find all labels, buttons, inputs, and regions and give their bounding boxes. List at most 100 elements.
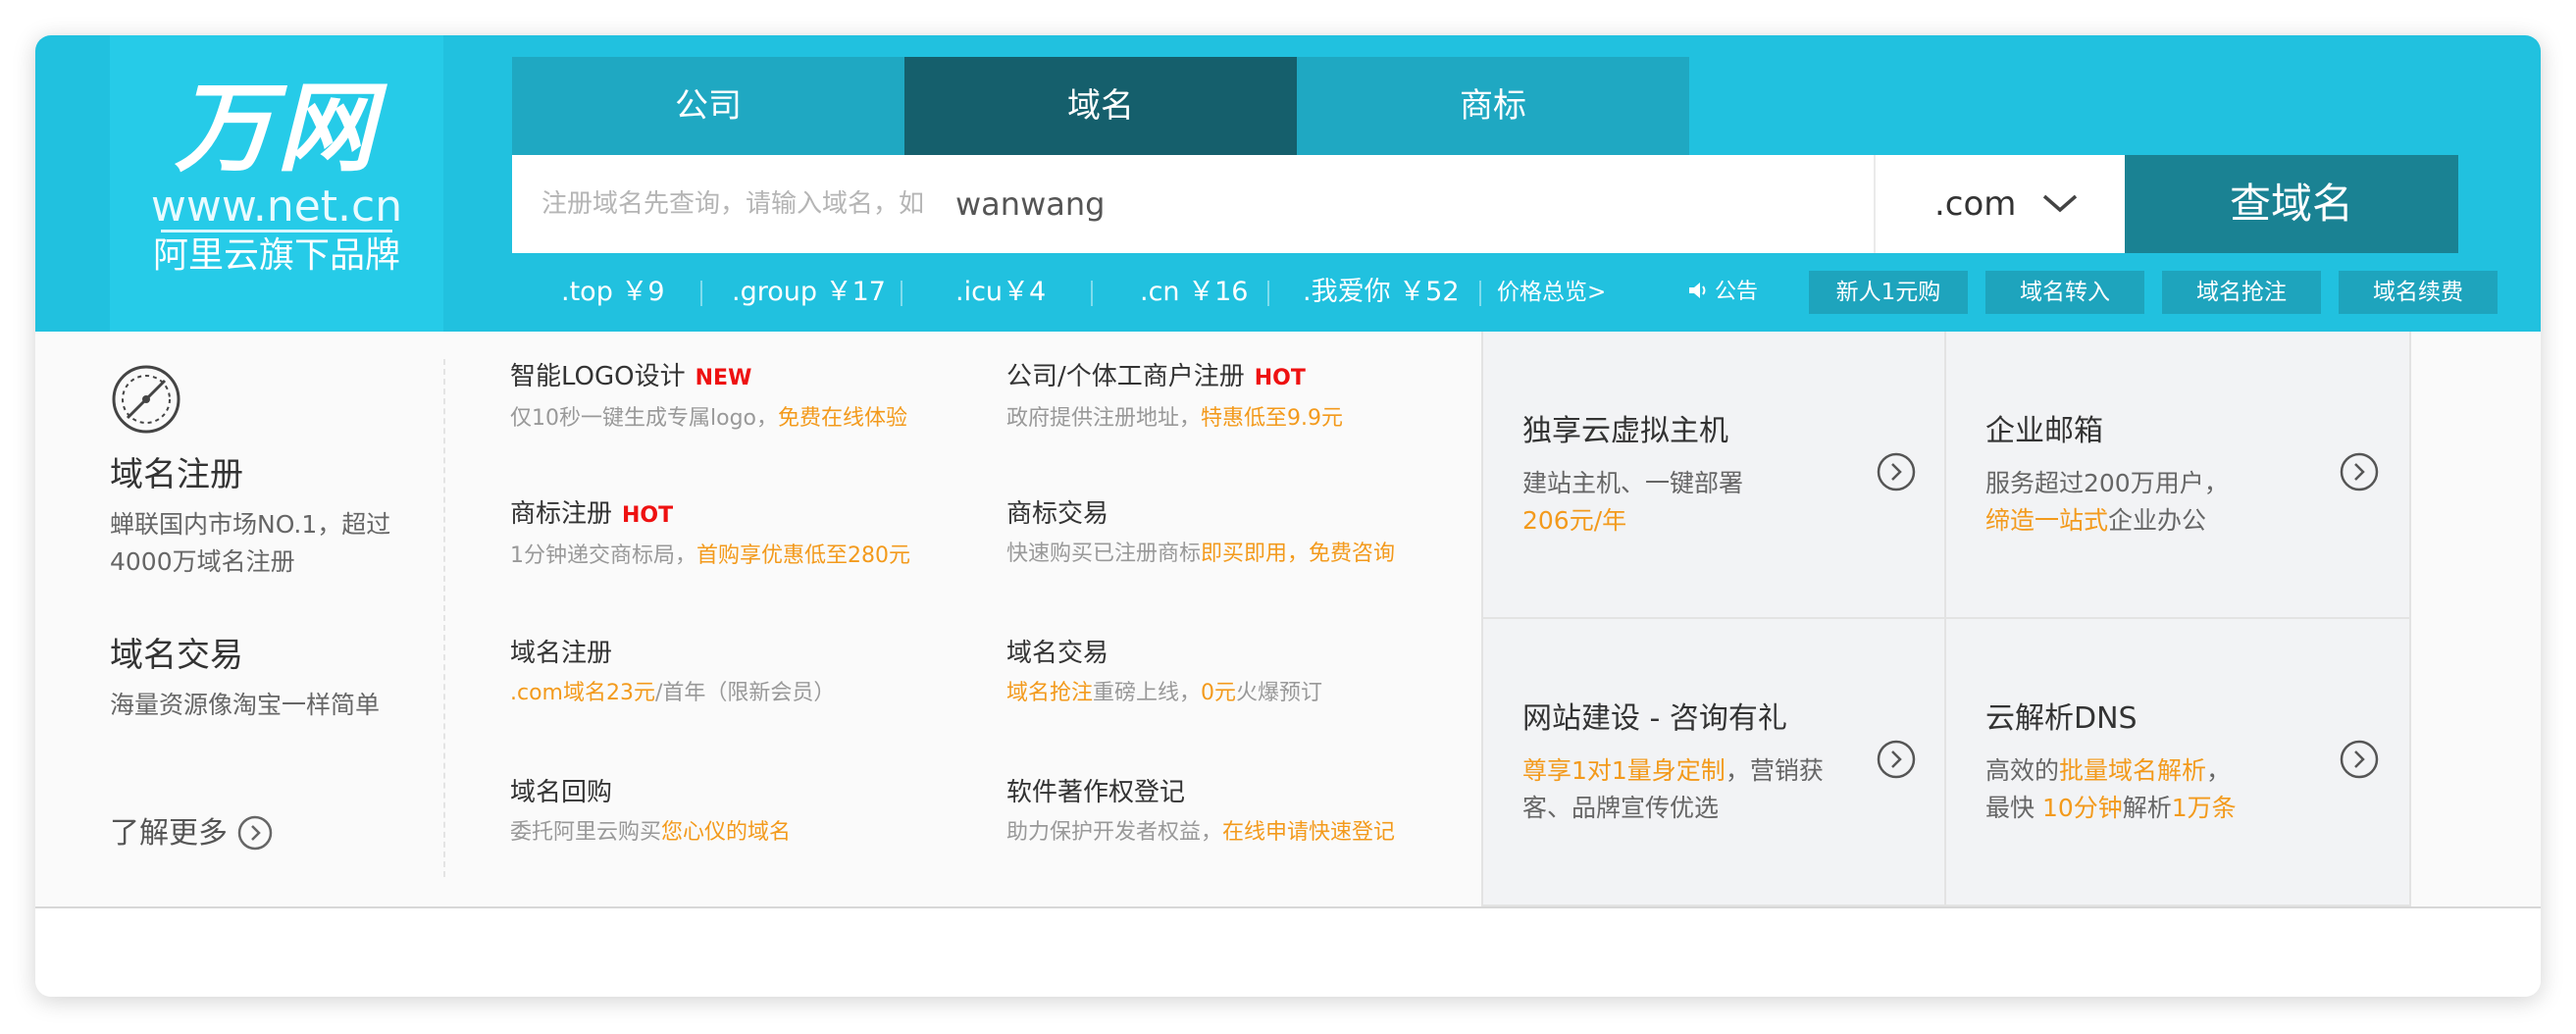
price-divider [1091,281,1093,306]
promo-desc-highlight: 10分钟 [2041,794,2123,822]
logo-url: www.net.cn [150,181,403,232]
tab-domain[interactable]: 域名 [904,57,1297,155]
arrow-right-circle-icon[interactable] [2339,739,2380,780]
price-divider [901,281,902,306]
service-title: 公司/个体工商户注册 [1006,362,1245,391]
service-desc-highlight: 域名抢注 [1006,681,1094,705]
service-domain-buyback[interactable]: 域名回购 委托阿里云购买您心仪的域名 [510,775,981,850]
promo-desc-text: 企业办公 [2108,506,2207,535]
chevron-down-icon [2042,194,2078,213]
domain-trade-title: 域名交易 [110,636,243,675]
promo-enterprise-mail[interactable]: 企业邮箱 服务超过200万用户， 缔造一站式企业办公 [1946,332,2411,619]
tld-value: .com [1934,184,2017,224]
arrow-right-circle-icon[interactable] [1876,451,1917,492]
domain-card: 万网 www.net.cn 阿里云旗下品牌 公司 域名 商标 注册域名先查询，请… [35,35,2541,997]
service-title: 域名交易 [1006,639,1109,668]
hot-badge: HOT [1254,366,1306,390]
notice-link[interactable]: 公告 [1687,271,1758,314]
service-desc: /首年（限新会员） [654,681,836,705]
service-desc-highlight: 首购享优惠低至280元 [696,543,910,568]
promo-desc-text: 建站主机、一键部署 [1522,469,1744,497]
tab-trademark[interactable]: 商标 [1297,57,1689,155]
price-overview-link[interactable]: 价格总览> [1497,271,1606,314]
service-desc: 助力保护开发者权益， [1006,820,1223,845]
promo-desc-text: 最快 [1985,794,2042,822]
promo-title: 云解析DNS [1985,701,2138,736]
service-title: 域名注册 [510,639,613,668]
logo-brand: 万网 [175,71,379,185]
service-desc: 委托阿里云购买 [510,820,662,845]
promo-desc: 高效的批量域名解析， 最快 10分钟解析1万条 [1985,752,2319,827]
logo-subtitle: 阿里云旗下品牌 [152,235,400,276]
price-divider [1479,281,1481,306]
service-trademark-trade[interactable]: 商标交易 快速购买已注册商标即买即用，免费咨询 [1006,496,1477,571]
domain-trade-desc: 海量资源像淘宝一样简单 [110,691,381,719]
domain-search-input[interactable] [512,155,1874,253]
service-logo-design[interactable]: 智能LOGO设计 NEW 仅10秒一键生成专属logo，免费在线体验 [510,359,981,436]
promo-desc-text: 服务超过200万用户， [1985,469,2229,497]
price-cn[interactable]: .cn ￥16 [1140,271,1248,314]
service-company-register[interactable]: 公司/个体工商户注册 HOT 政府提供注册地址，特惠低至9.9元 [1006,359,1477,436]
tld-select[interactable]: .com [1874,155,2125,253]
promo-desc-highlight: 1万条 [2171,794,2237,822]
price-top[interactable]: .top ￥9 [561,271,665,314]
domain-renew-button[interactable]: 域名续费 [2339,271,2498,314]
service-desc-highlight: 免费在线体验 [778,406,908,431]
service-desc: 1分钟递交商标局， [510,543,696,568]
service-desc: 快速购买已注册商标 [1006,542,1202,566]
hot-badge: HOT [622,503,674,528]
promo-title: 企业邮箱 [1985,414,2103,448]
logo[interactable]: 万网 www.net.cn 阿里云旗下品牌 [110,35,443,332]
service-domain-register[interactable]: 域名注册 .com域名23元/首年（限新会员） [510,636,981,710]
price-woaini[interactable]: .我爱你 ￥52 [1303,271,1460,314]
price-icu[interactable]: .icu￥4 [955,271,1046,314]
footer-area [35,908,2541,997]
domain-backorder-button[interactable]: 域名抢注 [2162,271,2321,314]
promo-desc-highlight: 尊享1对1量身定制 [1522,756,1726,785]
service-desc-highlight: 您心仪的域名 [661,820,792,845]
service-desc: 仅10秒一键生成专属logo， [510,406,778,431]
price-group[interactable]: .group ￥17 [732,271,886,314]
promo-desc: 服务超过200万用户， 缔造一站式企业办公 [1985,465,2319,540]
promo-desc-text: 高效的 [1985,756,2060,785]
domain-transfer-button[interactable]: 域名转入 [1985,271,2144,314]
service-trademark-register[interactable]: 商标注册 HOT 1分钟递交商标局，首购享优惠低至280元 [510,496,981,573]
newcomer-button[interactable]: 新人1元购 [1809,271,1968,314]
promo-title: 网站建设 - 咨询有礼 [1522,701,1787,736]
price-list: .top ￥9 .group ￥17 .icu￥4 .cn ￥16 .我爱你 ￥… [512,271,2498,314]
arrow-right-circle-icon[interactable] [1876,739,1917,780]
column-divider [443,359,445,877]
learn-more-label: 了解更多 [110,816,228,851]
speaker-icon [1689,283,1706,298]
service-title: 商标交易 [1006,499,1109,529]
domain-register-title: 域名注册 [110,455,243,494]
service-desc-highlight: 即买即用，免费咨询 [1201,542,1396,566]
promo-website-build[interactable]: 网站建设 - 咨询有礼 尊享1对1量身定制，营销获客、品牌宣传优选 [1481,619,1946,906]
service-title: 商标注册 [510,499,613,529]
service-software-copyright[interactable]: 软件著作权登记 助力保护开发者权益，在线申请快速登记 [1006,775,1477,850]
learn-more-link[interactable]: 了解更多 [110,812,273,855]
service-title: 域名回购 [510,778,613,807]
tab-company[interactable]: 公司 [512,57,904,155]
new-badge: NEW [695,366,752,390]
header: 万网 www.net.cn 阿里云旗下品牌 公司 域名 商标 注册域名先查询，请… [35,35,2541,332]
service-desc-highlight: 特惠低至9.9元 [1201,406,1344,431]
service-desc: 政府提供注册地址， [1006,406,1202,431]
compass-icon [112,365,180,434]
service-desc: 重磅上线， [1093,681,1202,705]
arrow-right-circle-icon[interactable] [2339,451,2380,492]
arrow-right-circle-icon [237,815,273,851]
price-divider [1267,281,1269,306]
promo-cloud-dns[interactable]: 云解析DNS 高效的批量域名解析， 最快 10分钟解析1万条 [1946,619,2411,906]
promo-desc: 建站主机、一键部署 206元/年 [1522,465,1856,540]
search-domain-button[interactable]: 查域名 [2125,155,2458,253]
service-domain-trade[interactable]: 域名交易 域名抢注重磅上线，0元火爆预订 [1006,636,1477,710]
promo-virtual-host[interactable]: 独享云虚拟主机 建站主机、一键部署 206元/年 [1481,332,1946,619]
service-desc: 火爆预订 [1236,681,1323,705]
service-desc-highlight: .com域名23元 [510,681,655,705]
promo-desc-text: ， [2206,756,2232,785]
service-title: 智能LOGO设计 [510,362,686,391]
domain-register-desc: 蝉联国内市场NO.1，超过4000万域名注册 [110,510,391,576]
promo-title: 独享云虚拟主机 [1522,414,1728,448]
service-desc-highlight: 0元 [1201,681,1237,705]
